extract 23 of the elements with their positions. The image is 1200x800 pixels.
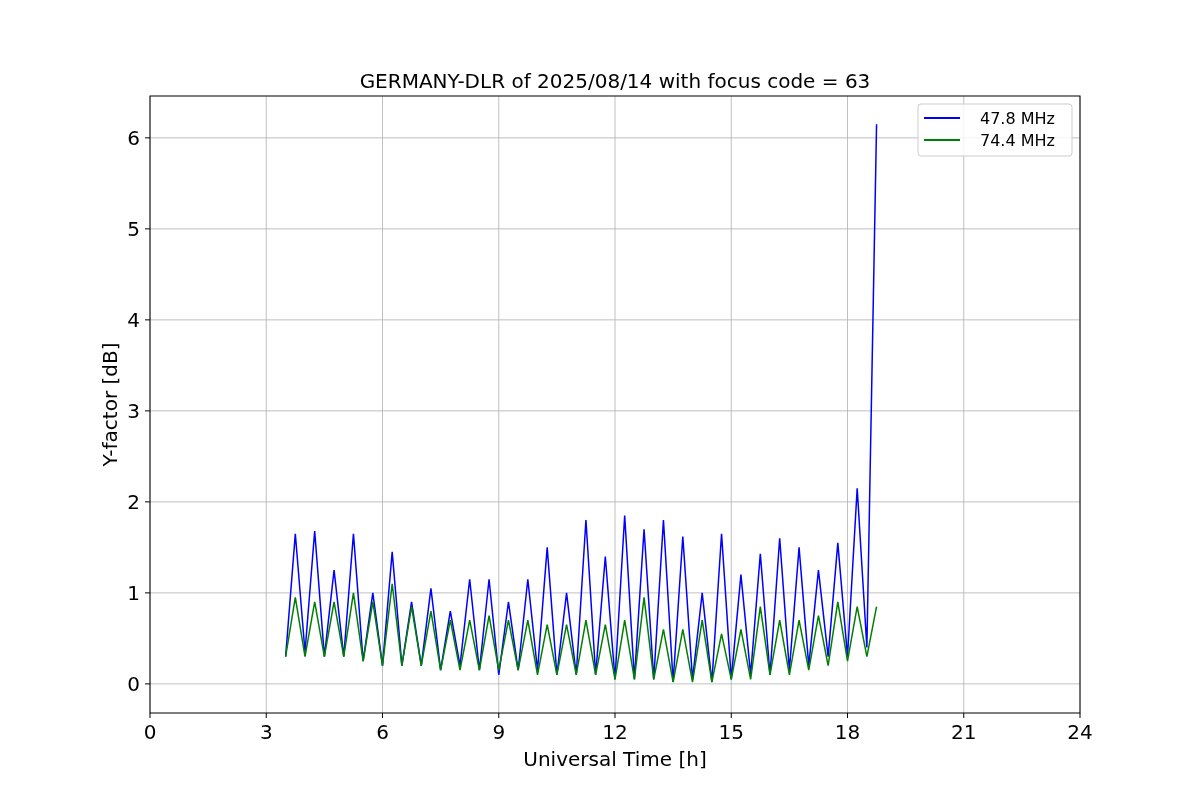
legend-label: 47.8 MHz (980, 109, 1055, 128)
x-axis-label: Universal Time [h] (523, 747, 707, 771)
y-tick-label: 0 (127, 671, 140, 696)
y-tick-label: 2 (127, 489, 140, 514)
x-tick-label: 0 (143, 720, 157, 744)
chart-title: GERMANY-DLR of 2025/08/14 with focus code = 63 (359, 69, 871, 93)
x-tick-label: 6 (376, 720, 389, 744)
y-tick-label: 5 (127, 216, 140, 241)
x-tick-label: 15 (718, 720, 744, 744)
y-tick-label: 1 (127, 580, 140, 605)
x-tick-label: 3 (259, 720, 273, 744)
x-tick-label: 9 (492, 720, 506, 744)
x-tick-label: 21 (951, 720, 977, 744)
legend-line (923, 139, 961, 141)
x-tick-label: 12 (602, 720, 628, 744)
y-axis-label: Y-factor [dB] (98, 342, 122, 467)
y-tick-label: 6 (127, 125, 140, 150)
legend-line (923, 117, 961, 119)
legend-label: 74.4 MHz (980, 131, 1055, 150)
x-tick-label: 24 (1067, 720, 1093, 744)
y-tick-label: 4 (127, 307, 140, 332)
x-tick-label: 18 (834, 720, 861, 744)
y-tick-label: 3 (127, 398, 140, 423)
